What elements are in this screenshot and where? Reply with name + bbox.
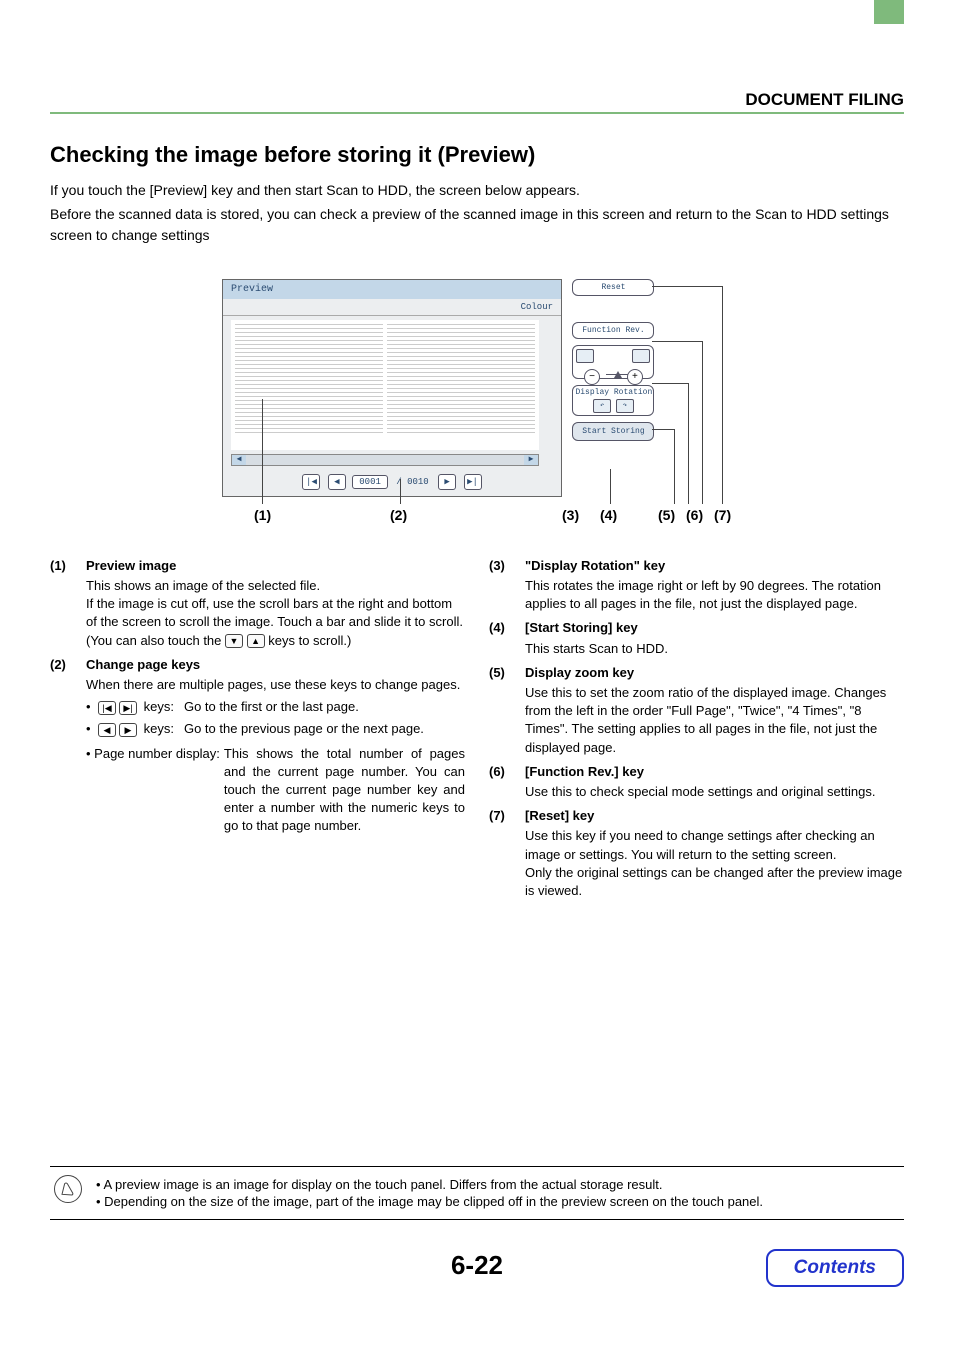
item4-text: This starts Scan to HDD. xyxy=(525,640,904,658)
callout-7: (7) xyxy=(714,507,731,523)
function-rev-button[interactable]: Function Rev. xyxy=(572,322,654,339)
first-key-icon: |◀ xyxy=(98,701,116,715)
preview-titlebar: Preview xyxy=(223,280,561,299)
next-page-key[interactable]: ▶ xyxy=(438,474,456,490)
item4-title: [Start Storing] key xyxy=(525,619,904,637)
side-column: Reset Function Rev. − + Display Rotatio xyxy=(572,279,654,441)
item7-text2: Only the original settings can be change… xyxy=(525,864,904,900)
item5-text: Use this to set the zoom ratio of the di… xyxy=(525,684,904,757)
colour-label: Colour xyxy=(223,299,561,316)
down-arrow-key-icon: ▼ xyxy=(225,634,243,648)
intro-line-2: Before the scanned data is stored, you c… xyxy=(50,204,904,245)
item3-num: (3) xyxy=(489,557,525,614)
item6-num: (6) xyxy=(489,763,525,801)
callout-2: (2) xyxy=(390,507,407,523)
item2-title: Change page keys xyxy=(86,656,465,674)
page-number-display-label: • Page number display: xyxy=(86,745,224,836)
keys-label-2: keys: xyxy=(144,721,174,736)
callout-4: (4) xyxy=(600,507,617,523)
first-page-key[interactable]: |◀ xyxy=(302,474,320,490)
preview-image xyxy=(231,320,539,440)
description-columns: (1) Preview image This shows an image of… xyxy=(50,557,904,906)
callout-1: (1) xyxy=(254,507,271,523)
corner-stub xyxy=(874,0,904,24)
prev-page-key[interactable]: ◀ xyxy=(328,474,346,490)
intro-line-1: If you touch the [Preview] key and then … xyxy=(50,180,904,200)
zoom-in-icon[interactable]: + xyxy=(627,369,643,385)
page-controls: |◀ ◀ 0001 / 0010 ▶ ▶| xyxy=(223,470,561,496)
display-rotation-button[interactable]: Display Rotation ↶ ↷ xyxy=(572,385,654,416)
item7-title: [Reset] key xyxy=(525,807,904,825)
item1-title: Preview image xyxy=(86,557,465,575)
zoom-thumb-large xyxy=(632,349,650,363)
start-storing-button[interactable]: Start Storing xyxy=(572,422,654,441)
item3-title: "Display Rotation" key xyxy=(525,557,904,575)
callout-3: (3) xyxy=(562,507,579,523)
rotate-left-icon[interactable]: ↶ xyxy=(593,399,611,413)
item7-num: (7) xyxy=(489,807,525,900)
scroll-right-icon[interactable]: ▶ xyxy=(524,455,538,465)
item6-title: [Function Rev.] key xyxy=(525,763,904,781)
page-number-field[interactable]: 0001 xyxy=(352,475,388,489)
item4-num: (4) xyxy=(489,619,525,657)
item6-text: Use this to check special mode settings … xyxy=(525,783,904,801)
keys-label-1: keys: xyxy=(144,699,174,714)
up-arrow-key-icon: ▲ xyxy=(247,634,265,648)
last-page-key[interactable]: ▶| xyxy=(464,474,482,490)
item2-num: (2) xyxy=(50,656,86,836)
section-title: Checking the image before storing it (Pr… xyxy=(50,142,904,168)
note-box: • A preview image is an image for displa… xyxy=(50,1166,904,1220)
preview-diagram: Preview Colour ▲ ▼ ◀ ▶ |◀ xyxy=(222,279,732,497)
note-line-2: • Depending on the size of the image, pa… xyxy=(96,1194,763,1209)
item1-p2: If the image is cut off, use the scroll … xyxy=(86,595,465,650)
header-bar: DOCUMENT FILING xyxy=(50,86,904,114)
item1-num: (1) xyxy=(50,557,86,650)
item3-text: This rotates the image right or left by … xyxy=(525,577,904,613)
horizontal-scrollbar[interactable]: ◀ ▶ xyxy=(231,454,539,466)
callout-5: (5) xyxy=(658,507,675,523)
rotate-right-icon[interactable]: ↷ xyxy=(616,399,634,413)
callout-6: (6) xyxy=(686,507,703,523)
preview-panel: Preview Colour ▲ ▼ ◀ ▶ |◀ xyxy=(222,279,562,497)
item5-title: Display zoom key xyxy=(525,664,904,682)
contents-button[interactable]: Contents xyxy=(766,1249,904,1287)
note-line-1: • A preview image is an image for displa… xyxy=(96,1177,763,1192)
scroll-left-icon[interactable]: ◀ xyxy=(232,455,246,465)
keys-desc-2: Go to the previous page or the next page… xyxy=(178,720,424,738)
last-key-icon: ▶| xyxy=(119,701,137,715)
note-icon xyxy=(54,1175,82,1203)
reset-button[interactable]: Reset xyxy=(572,279,654,296)
item5-num: (5) xyxy=(489,664,525,757)
zoom-out-icon[interactable]: − xyxy=(584,369,600,385)
callout-labels: (1) (2) (3) (4) (5) (6) (7) xyxy=(222,507,732,531)
header-title: DOCUMENT FILING xyxy=(745,90,904,110)
keys-desc-1: Go to the first or the last page. xyxy=(178,698,359,716)
display-zoom-panel[interactable]: − + xyxy=(572,345,654,379)
display-rotation-label: Display Rotation xyxy=(575,388,651,397)
next-key-icon: ▶ xyxy=(119,723,137,737)
prev-key-icon: ◀ xyxy=(98,723,116,737)
item7-text1: Use this key if you need to change setti… xyxy=(525,827,904,863)
item2-p1: When there are multiple pages, use these… xyxy=(86,676,465,694)
item1-p1: This shows an image of the selected file… xyxy=(86,577,465,595)
page-number-display-text: This shows the total number of pages and… xyxy=(224,745,465,836)
zoom-thumb-small xyxy=(576,349,594,363)
